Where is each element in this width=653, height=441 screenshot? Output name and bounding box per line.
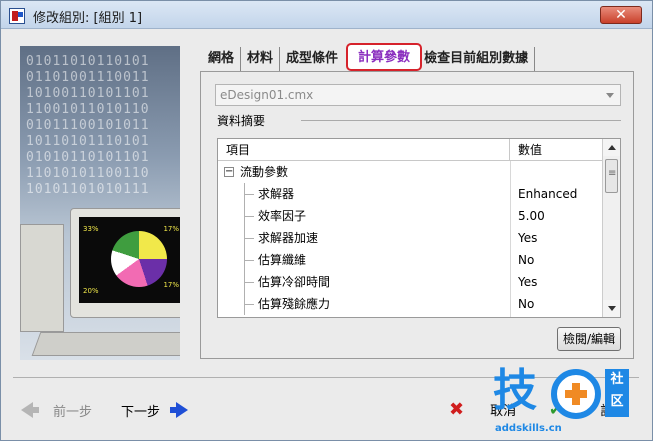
tree-branch	[244, 304, 254, 305]
tab-check-group-data[interactable]: 檢查目前組別數據	[424, 47, 536, 71]
watermark-url: addskills.cn	[495, 423, 562, 434]
row-label: 估算冷卻時間	[258, 275, 331, 289]
tree-branch	[244, 194, 254, 195]
scroll-down-icon[interactable]	[603, 300, 620, 317]
arrow-left-icon	[21, 402, 39, 418]
tab-strip: 網格 材料 成型條件 計算參數 檢查目前組別數據	[202, 43, 536, 71]
binary-background: 01011010110101 01101001110011 1010011010…	[26, 54, 150, 197]
site-watermark: 技 社区 addskills.cn	[493, 363, 651, 441]
summary-label: 資料摘要	[217, 114, 266, 128]
plus-logo-icon	[551, 369, 601, 419]
group-label: 流動參數	[240, 165, 289, 179]
tab-mesh[interactable]: 網格	[202, 47, 242, 71]
row-value: No	[518, 297, 535, 311]
next-step-button[interactable]: 下一步	[121, 398, 189, 422]
row-value: No	[518, 253, 535, 267]
table-group-row[interactable]: − 流動參數	[218, 161, 602, 183]
review-edit-button[interactable]: 檢閱/編輯	[557, 327, 621, 351]
chevron-down-icon	[606, 93, 614, 98]
keyboard-image	[31, 332, 180, 356]
row-label: 估算殘餘應力	[258, 297, 331, 311]
previous-step-button[interactable]: 前一步	[21, 398, 92, 422]
scroll-thumb[interactable]	[605, 159, 618, 193]
summary-table[interactable]: 項目 數值 − 流動參數 求解器 Enhanced 效率因子 5.00 求解器加…	[217, 138, 621, 318]
previous-step-label: 前一步	[53, 404, 93, 420]
app-icon	[9, 8, 25, 24]
row-label: 估算纖維	[258, 253, 307, 267]
tab-molding-conditions[interactable]: 成型條件	[280, 47, 344, 71]
close-button[interactable]: ✕	[600, 6, 642, 24]
table-row[interactable]: 估算冷卻時間 Yes	[218, 271, 602, 293]
pie-chart-image	[111, 231, 167, 287]
row-value: 5.00	[518, 209, 545, 223]
cancel-x-icon: ✖	[449, 398, 465, 420]
tree-branch	[244, 216, 254, 217]
row-value: Yes	[518, 231, 538, 245]
window-title: 修改組別: [組別 1]	[33, 11, 143, 26]
column-header-item[interactable]: 項目	[218, 139, 510, 161]
tree-branch	[244, 282, 254, 283]
table-row[interactable]: 求解器 Enhanced	[218, 183, 602, 205]
wizard-side-image: 01011010110101 01101001110011 1010011010…	[20, 46, 180, 360]
watermark-tag: 社区	[605, 369, 629, 417]
pie-label: 33%	[83, 225, 99, 233]
pie-label: 17%	[163, 225, 179, 233]
tree-branch	[244, 260, 254, 261]
pie-label: 17%	[163, 281, 179, 289]
next-step-label: 下一步	[121, 404, 161, 420]
title-bar: 修改組別: [組別 1] ✕	[1, 1, 652, 29]
table-row[interactable]: 估算纖維 No	[218, 249, 602, 271]
table-row[interactable]: 效率因子 5.00	[218, 205, 602, 227]
row-value: Yes	[518, 275, 538, 289]
monitor-image: 33% 17% 20% 17%	[70, 208, 180, 318]
design-file-value: eDesign01.cmx	[220, 88, 314, 102]
tab-panel: eDesign01.cmx 資料摘要 項目 數值 − 流動參數 求解器 Enha…	[200, 71, 634, 359]
monitor-screen: 33% 17% 20% 17%	[79, 217, 180, 303]
table-row[interactable]: 估算殘餘應力 No	[218, 293, 602, 315]
watermark-glyph: 技	[493, 365, 537, 416]
row-label: 求解器	[258, 187, 295, 201]
table-row[interactable]: 求解器加速 Yes	[218, 227, 602, 249]
tab-material[interactable]: 材料	[241, 47, 281, 71]
table-header: 項目 數值	[218, 139, 602, 161]
pie-label: 20%	[83, 287, 99, 295]
tree-branch	[244, 238, 254, 239]
computer-tower-image	[20, 224, 64, 332]
row-label: 求解器加速	[258, 231, 319, 245]
design-file-select[interactable]: eDesign01.cmx	[215, 84, 621, 106]
scroll-up-icon[interactable]	[603, 139, 620, 156]
column-header-value[interactable]: 數值	[510, 139, 602, 161]
arrow-right-icon	[170, 402, 189, 418]
collapse-icon[interactable]: −	[224, 167, 234, 177]
tab-analysis-parameters[interactable]: 計算參數	[346, 43, 423, 71]
summary-divider	[301, 120, 621, 121]
table-scrollbar[interactable]	[602, 139, 620, 317]
row-label: 效率因子	[258, 209, 307, 223]
row-value: Enhanced	[518, 187, 578, 201]
dialog-window: 修改組別: [組別 1] ✕ 01011010110101 0110100111…	[0, 0, 653, 441]
